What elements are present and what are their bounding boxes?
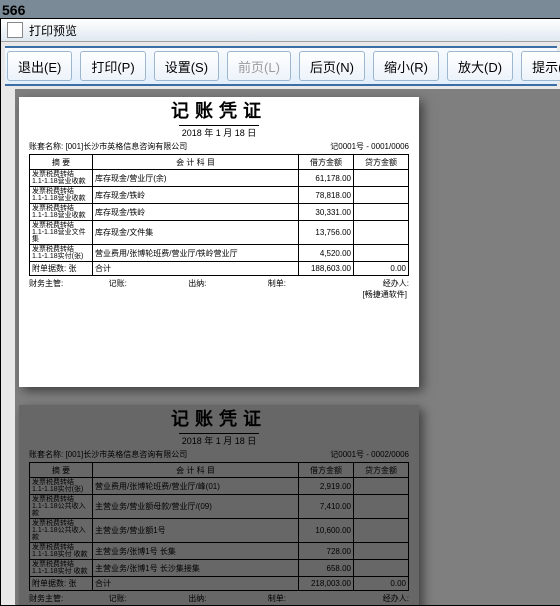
table-row: 发票税费转结1.1-1.18实付(张)营业费用/张博轮班费/营业厅/铁岭营业厅4… [30, 245, 409, 262]
zoom-out-button[interactable]: 缩小(R) [373, 51, 439, 81]
prev-page-button: 前页(L) [227, 51, 291, 81]
table-row: 发票税费转结1.1-1.18营业收款库存现金/铁岭30,331.00 [30, 204, 409, 221]
title-bar: 打印预览 [1, 19, 560, 42]
table-row: 发票税费转结1.1-1.18公共收入款主营业务/营业额母款/营业厅/(09)7,… [30, 495, 409, 519]
voucher-table: 摘 要会 计 科 目借方金额贷方金额发票税费转结1.1-1.18实付(张)营业费… [29, 462, 409, 591]
hint-button[interactable]: 提示(H) [521, 51, 560, 81]
company-label: 账套名称: [001]长沙市英格信息咨询有限公司 [29, 141, 330, 152]
table-row: 发票税费转结1.1-1.18实付 收款主营业务/张博1号 长沙集接集658.00 [30, 560, 409, 577]
next-page-button[interactable]: 后页(N) [299, 51, 365, 81]
voucher-no: 记0001号 - 0001/0006 [330, 141, 409, 152]
exit-button[interactable]: 退出(E) [7, 51, 72, 81]
table-row: 发票税费转结1.1-1.18实付 收款主营业务/张博1号 长集728.00 [30, 543, 409, 560]
footer-row: 财务主管:记账:出纳:制单:经办人: [19, 278, 419, 289]
table-row: 发票税费转结1.1-1.18公共收入款主营业务/营业额1号10,600.00 [30, 519, 409, 543]
voucher-table: 摘 要会 计 科 目借方金额贷方金额发票税费转结1.1-1.18营业收款库存现金… [29, 154, 409, 276]
table-row: 发票税费转结1.1-1.18实付(张)营业费用/张博轮班费/营业厅/峰(01)2… [30, 478, 409, 495]
footer-row: 财务主管:记账:出纳:制单:经办人: [19, 593, 419, 604]
zoom-in-button[interactable]: 放大(D) [447, 51, 513, 81]
print-button[interactable]: 打印(P) [80, 51, 145, 81]
company-label: 账套名称: [001]长沙市英格信息咨询有限公司 [29, 449, 330, 460]
table-row: 发票税费转结1.1-1.18营业收款库存现金/营业厅(余)61,178.00 [30, 170, 409, 187]
voucher-title: 记账凭证 [19, 97, 419, 123]
toolbar: 退出(E) 打印(P) 设置(S) 前页(L) 后页(N) 缩小(R) 放大(D… [5, 46, 557, 86]
voucher-date: 2018 年 1 月 18 日 [179, 125, 259, 139]
dim-badge: 566 [2, 2, 25, 18]
voucher-no: 记0001号 - 0002/0006 [330, 449, 409, 460]
voucher-page-1: 记账凭证 2018 年 1 月 18 日账套名称: [001]长沙市英格信息咨询有… [19, 97, 419, 387]
software-hint: [畅捷通软件] [19, 289, 419, 300]
software-hint: [畅捷通软件] [19, 604, 419, 605]
window-title: 打印预览 [29, 22, 77, 39]
setup-button[interactable]: 设置(S) [154, 51, 219, 81]
table-row: 发票税费转结1.1-1.18营业收款库存现金/铁岭78,818.00 [30, 187, 409, 204]
table-row: 发票税费转结1.1-1.18营业文件集库存现金/文件集13,756.00 [30, 221, 409, 245]
voucher-page-2: 记账凭证 2018 年 1 月 18 日账套名称: [001]长沙市英格信息咨询有… [19, 405, 419, 605]
total-row: 附单据数: 张合计218,003.000.00 [30, 577, 409, 591]
app-icon [7, 22, 23, 38]
preview-area[interactable]: 记账凭证2018 年 1 月 18 日账套名称: [001]长沙市英格信息咨询有… [15, 89, 560, 605]
total-row: 附单据数: 张合计188,603.000.00 [30, 262, 409, 276]
main-window: 打印预览 退出(E) 打印(P) 设置(S) 前页(L) 后页(N) 缩小(R)… [0, 18, 560, 606]
voucher-date: 2018 年 1 月 18 日 [179, 433, 259, 447]
voucher-title: 记账凭证 [19, 405, 419, 431]
